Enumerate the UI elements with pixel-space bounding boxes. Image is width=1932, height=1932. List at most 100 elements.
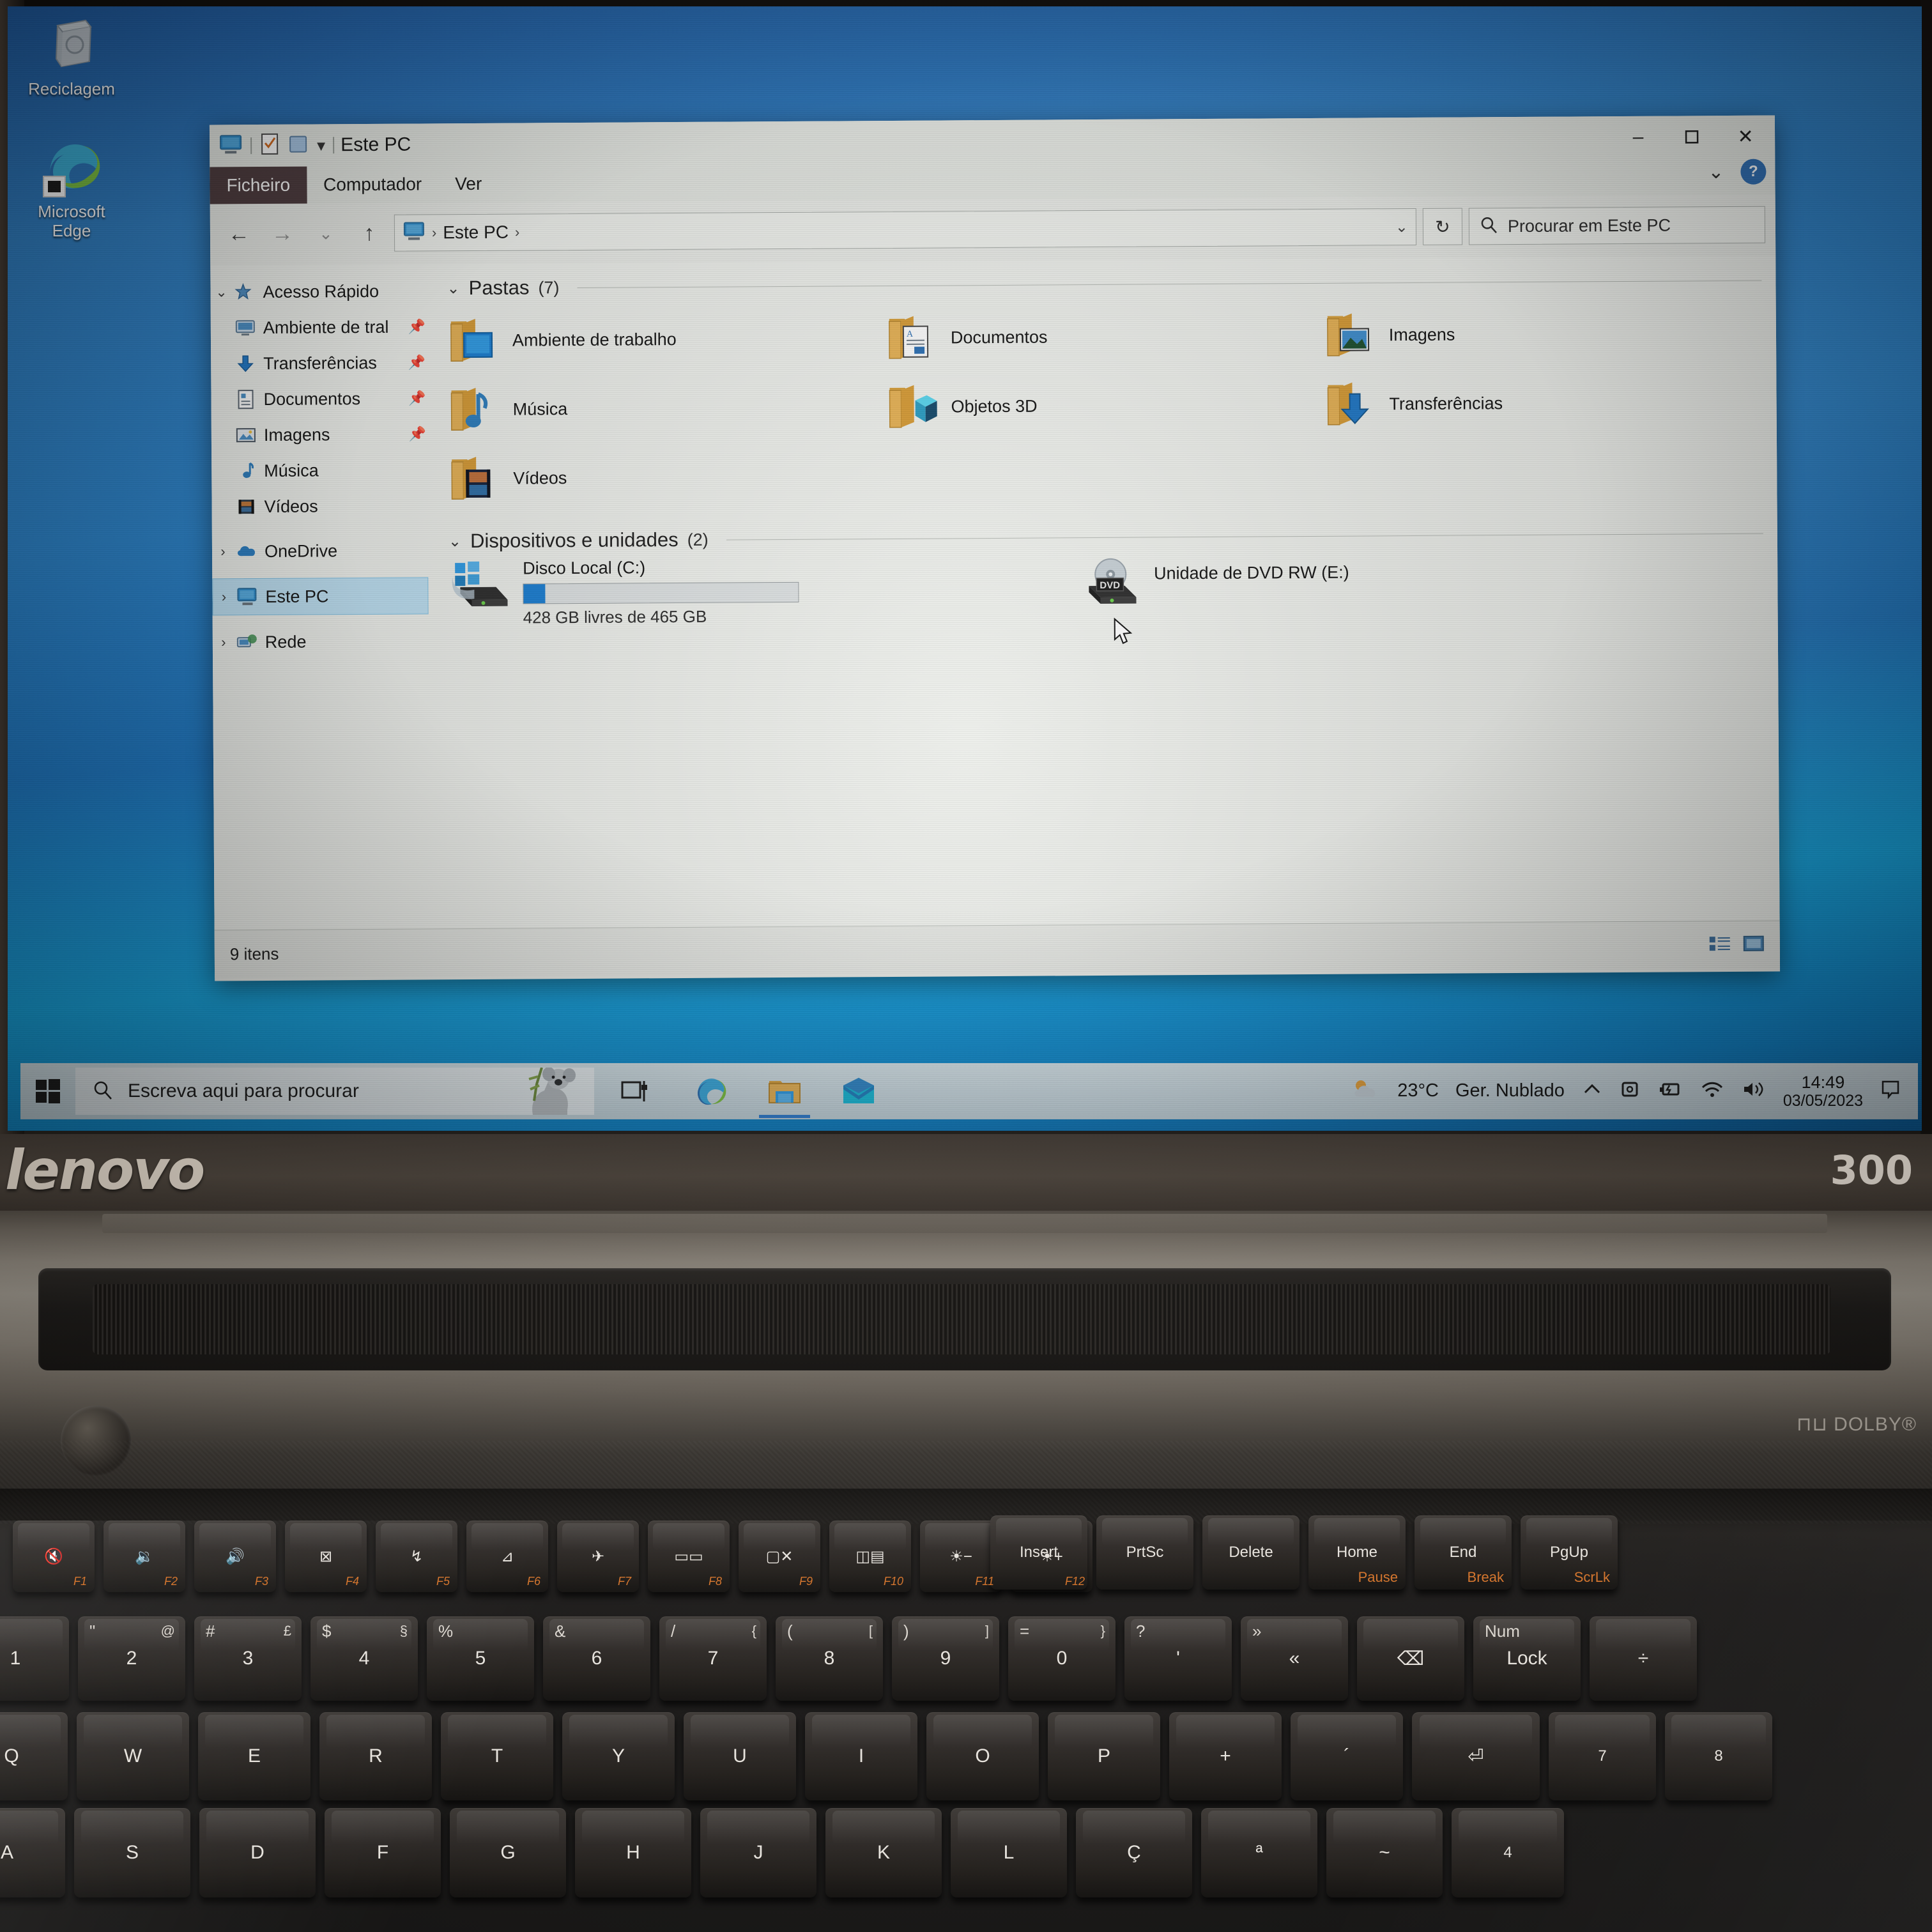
key-e[interactable]: E <box>198 1712 310 1800</box>
tab-computador[interactable]: Computador <box>307 165 438 203</box>
forward-button[interactable]: → <box>264 217 301 250</box>
new-folder-icon[interactable] <box>288 134 309 157</box>
breadcrumb[interactable]: › Este PC › ⌄ <box>394 208 1417 252</box>
sidebar-item-este-pc[interactable]: › Este PC <box>212 577 429 616</box>
key-'[interactable]: ? ' <box>1124 1616 1232 1701</box>
key-~[interactable]: ~ <box>1326 1808 1443 1897</box>
taskbar-search-box[interactable]: Escreva aqui para procurar <box>75 1068 594 1115</box>
key-end[interactable]: End Break <box>1414 1515 1512 1590</box>
details-view-icon[interactable] <box>1708 933 1731 956</box>
action-center-icon[interactable] <box>1880 1079 1901 1103</box>
chevron-down-icon[interactable]: ⌄ <box>447 279 459 298</box>
key-9[interactable]: ) 9] <box>892 1616 999 1701</box>
key-7[interactable]: / 7 { <box>659 1616 767 1701</box>
chevron-down-icon[interactable]: ⌄ <box>210 284 232 300</box>
desktop-icon-microsoft-edge[interactable]: Microsoft Edge <box>14 134 129 240</box>
key-´[interactable]: ´ <box>1291 1712 1403 1800</box>
key-g[interactable]: G <box>450 1808 566 1897</box>
recent-locations-button[interactable]: ⌄ <box>307 217 344 250</box>
key-f3[interactable]: 🔊 F3 <box>194 1521 276 1592</box>
refresh-button[interactable]: ↻ <box>1422 208 1463 245</box>
back-button[interactable]: ← <box>220 217 257 250</box>
maximize-button[interactable] <box>1665 117 1719 157</box>
folder-tile-grid[interactable]: Ambiente de trabalho A Documentos Imagen… <box>447 298 1763 514</box>
file-explorer-icon[interactable] <box>759 1071 810 1118</box>
key-w[interactable]: W <box>77 1712 189 1800</box>
address-bar-row[interactable]: ← → ⌄ ↑ › Este PC › ⌄ ↻ Procurar em Este… <box>210 194 1776 266</box>
folder-tile-ambiente-de-trabalho[interactable]: Ambiente de trabalho <box>447 303 886 375</box>
key-ç[interactable]: Ç <box>1076 1808 1192 1897</box>
key-home[interactable]: Home Pause <box>1308 1515 1406 1590</box>
start-button[interactable] <box>20 1077 75 1106</box>
this-pc-icon[interactable] <box>402 221 425 245</box>
close-button[interactable]: ✕ <box>1719 117 1772 157</box>
key-ª[interactable]: ª <box>1201 1808 1317 1897</box>
sidebar-item-onedrive[interactable]: › OneDrive <box>212 532 436 569</box>
key-d[interactable]: D <box>199 1808 316 1897</box>
key-y[interactable]: Y <box>562 1712 675 1800</box>
key-numpad-8[interactable]: 8 <box>1665 1712 1772 1800</box>
key-«[interactable]: » « <box>1241 1616 1348 1701</box>
system-tray[interactable]: 23°C Ger. Nublado 14:49 03/05/2023 <box>1350 1073 1918 1110</box>
folder-tile-imagens[interactable]: Imagens <box>1323 298 1762 370</box>
key-4[interactable]: $4 § <box>310 1616 418 1701</box>
key-t[interactable]: T <box>441 1712 553 1800</box>
taskbar[interactable]: Escreva aqui para procurar 23°C Ger. Nub… <box>20 1063 1918 1119</box>
key-0[interactable]: = 0} <box>1008 1616 1116 1701</box>
key-p[interactable]: P <box>1048 1712 1160 1800</box>
chevron-right-icon[interactable]: › <box>212 543 234 560</box>
keyboard-number-row[interactable]: !1"2@#3£$4§%5&6/7{(8[)9]=0}?'»«⌫NumLock÷ <box>0 1616 1706 1701</box>
window-controls[interactable]: – ✕ <box>1611 116 1772 159</box>
keyboard-function-row[interactable]: 🔇 F1 🔉 F2 🔊 F3 ⊠ F4 ↯ F5 ⊿ F6 ✈ F7 ▭▭ F8 ▢✕ F9 ◫▤ F10 ☀− F11 ☀… <box>13 1521 1101 1592</box>
key-6[interactable]: & 6 <box>543 1616 650 1701</box>
properties-icon[interactable] <box>259 132 280 158</box>
key-h[interactable]: H <box>575 1808 691 1897</box>
quick-access-toolbar[interactable]: ▾ <box>218 132 335 159</box>
ribbon-right-controls[interactable]: ⌄ ? <box>1708 158 1767 185</box>
key-5[interactable]: % 5 <box>427 1616 534 1701</box>
mail-icon[interactable] <box>838 1071 879 1112</box>
key-k[interactable]: K <box>825 1808 942 1897</box>
key-r[interactable]: R <box>319 1712 432 1800</box>
key-+[interactable]: + <box>1169 1712 1282 1800</box>
drive-tile-grid[interactable]: Disco Local (C:) 428 GB livres de 465 GB <box>448 551 1764 629</box>
minimize-button[interactable]: – <box>1611 118 1665 158</box>
drive-tile-disco-local-c[interactable]: Disco Local (C:) 428 GB livres de 465 GB <box>448 555 1080 628</box>
large-icons-view-icon[interactable] <box>1743 933 1765 956</box>
key-s[interactable]: S <box>74 1808 190 1897</box>
keyboard-function-row-right[interactable]: Insert PrtSc Delete Home Pause End Break PgUp Sc… <box>990 1515 1627 1590</box>
breadcrumb-item-este-pc[interactable]: Este PC <box>443 222 509 243</box>
sidebar-item-transferencias[interactable]: Transferências 📌 <box>211 344 434 381</box>
koala-bing-image[interactable] <box>509 1068 592 1115</box>
keyboard-qwerty-row[interactable]: Q W E R T Y U I O P + ´ ⏎ 7 8 <box>0 1712 1781 1800</box>
microsoft-edge-icon[interactable] <box>690 1071 731 1112</box>
view-mode-buttons[interactable] <box>1708 933 1765 956</box>
customize-dropdown-icon[interactable]: ▾ <box>317 135 325 155</box>
weather-partly-cloudy-icon[interactable] <box>1350 1075 1381 1107</box>
this-pc-icon[interactable] <box>218 134 243 158</box>
clock[interactable]: 14:49 03/05/2023 <box>1783 1073 1863 1110</box>
pin-icon[interactable]: 📌 <box>408 318 425 335</box>
key-f9[interactable]: ▢✕ F9 <box>739 1521 820 1592</box>
key-8[interactable]: (8 [ <box>776 1616 883 1701</box>
key-f6[interactable]: ⊿ F6 <box>466 1521 548 1592</box>
content-pane[interactable]: ⌄ Pastas (7) Ambiente de trabalho A Docu… <box>434 256 1779 929</box>
key-o[interactable]: O <box>926 1712 1039 1800</box>
key-f7[interactable]: ✈ F7 <box>557 1521 639 1592</box>
sidebar-item-ambiente-de-trabalho[interactable]: Ambiente de tral 📌 <box>211 309 434 346</box>
key-f5[interactable]: ↯ F5 <box>376 1521 457 1592</box>
search-input[interactable]: Procurar em Este PC <box>1468 206 1766 245</box>
task-view-icon[interactable] <box>616 1071 657 1112</box>
tab-ver[interactable]: Ver <box>438 165 498 203</box>
breadcrumb-sep-2[interactable]: › <box>515 224 519 241</box>
onedrive-tray-icon[interactable] <box>1620 1080 1641 1102</box>
key-delete[interactable]: Delete <box>1202 1515 1300 1590</box>
key-f8[interactable]: ▭▭ F8 <box>648 1521 730 1592</box>
key-f10[interactable]: ◫▤ F10 <box>829 1521 911 1592</box>
sidebar-item-musica[interactable]: Música <box>211 452 435 489</box>
folder-tile-transferencias[interactable]: Transferências <box>1324 367 1763 439</box>
key-3[interactable]: #3 £ <box>194 1616 302 1701</box>
key-prtsc[interactable]: PrtSc <box>1096 1515 1193 1590</box>
pin-icon[interactable]: 📌 <box>408 425 426 442</box>
folder-tile-objetos-3d[interactable]: Objetos 3D <box>885 370 1324 441</box>
